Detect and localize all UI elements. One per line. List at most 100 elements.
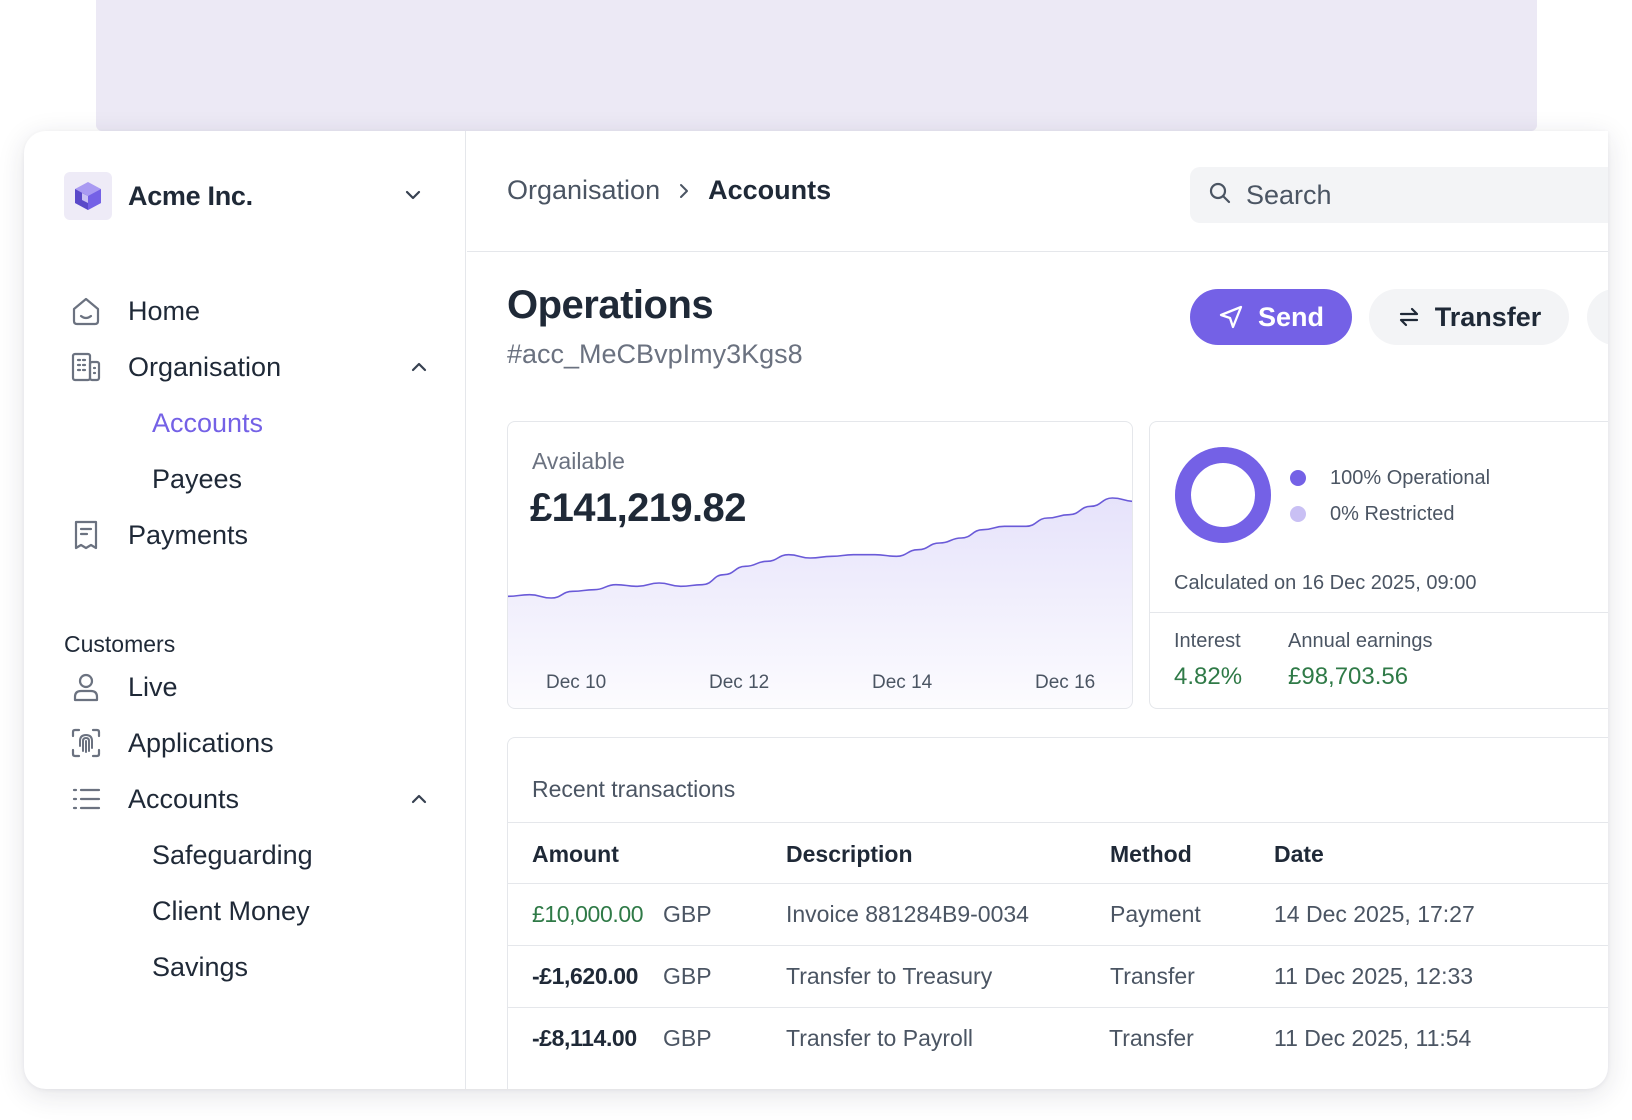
nav-label-payments: Payments (128, 519, 249, 550)
list-icon (64, 777, 108, 821)
column-header-description[interactable]: Description (786, 841, 913, 868)
chevron-up-icon[interactable] (408, 788, 430, 815)
page-title: Operations (507, 283, 714, 327)
nav-sub-client-money[interactable]: Client Money (64, 883, 434, 939)
tx-date: 11 Dec 2025, 11:54 (1274, 1025, 1472, 1051)
tx-amount: -£1,620.00 (532, 963, 638, 989)
tx-amount: -£8,114.00 (532, 1025, 637, 1051)
chevron-up-icon[interactable] (408, 356, 430, 383)
fingerprint-scan-icon (64, 721, 108, 765)
legend-item: 100% Operational (1290, 460, 1490, 496)
interest-value: 4.82% (1174, 663, 1243, 690)
x-tick-label: Dec 12 (709, 672, 770, 693)
legend-dot (1290, 506, 1306, 522)
legend-item: 0% Restricted (1290, 496, 1490, 532)
send-icon (1218, 304, 1244, 330)
send-label: Send (1257, 301, 1324, 332)
status-card: 100% Operational 0% Restricted Calculate… (1149, 421, 1608, 709)
sidebar: Acme Inc. Home Organisation Accounts Pay… (24, 131, 466, 1089)
account-id: #acc_MeCBvpImy3Kgs8 (507, 339, 803, 369)
tx-description: Invoice 881284B9-0034 (786, 901, 1029, 927)
section-label-customers: Customers (64, 631, 176, 657)
tx-method: Transfer (1110, 963, 1195, 989)
tx-currency: GBP (663, 901, 712, 927)
tx-date: 11 Dec 2025, 12:33 (1274, 963, 1474, 989)
x-tick-label: Dec 16 (1035, 672, 1096, 693)
nav-label-organisation: Organisation (128, 351, 282, 382)
column-header-amount[interactable]: Amount (532, 841, 619, 868)
breadcrumb-current: Accounts (708, 175, 832, 205)
customers-nav: Live Applications Accounts Safeguarding … (64, 659, 434, 995)
tx-description: Transfer to Treasury (786, 963, 993, 989)
search-box[interactable] (1190, 167, 1608, 223)
breadcrumb-parent[interactable]: Organisation (507, 175, 660, 206)
legend-label: 100% Operational (1330, 466, 1491, 489)
tx-date: 14 Dec 2025, 17:27 (1274, 901, 1475, 927)
nav-item-applications[interactable]: Applications (64, 715, 434, 771)
tx-currency: GBP (663, 963, 712, 989)
table-row[interactable]: -£8,114.00 GBP Transfer to Payroll Trans… (508, 1008, 1608, 1070)
chevron-down-icon[interactable] (402, 184, 424, 211)
column-header-date[interactable]: Date (1274, 841, 1324, 868)
divider (1150, 612, 1608, 613)
nav-sub-payees[interactable]: Payees (64, 451, 434, 507)
earnings-kpi: Annual earnings £98,703.56 (1288, 630, 1433, 691)
nav-label-applications: Applications (128, 727, 274, 758)
search-icon (1208, 181, 1232, 210)
column-header-method[interactable]: Method (1110, 841, 1192, 868)
nav-item-home[interactable]: Home (64, 283, 434, 339)
x-tick-label: Dec 10 (546, 672, 607, 693)
tx-currency: GBP (663, 1025, 712, 1051)
tx-amount: £10,000.00 (532, 901, 644, 927)
chevron-right-icon (676, 183, 692, 199)
balance-card: Available £141,219.82 Dec 10 Dec 12 Dec … (507, 421, 1133, 709)
nav-label-accounts: Accounts (128, 783, 240, 814)
table-row[interactable]: £10,000.00 GBP Invoice 881284B9-0034 Pay… (508, 884, 1608, 946)
calculated-timestamp: Calculated on 16 Dec 2025, 09:00 (1174, 572, 1477, 594)
user-icon (64, 665, 108, 709)
transfer-label: Transfer (1434, 301, 1542, 332)
topbar: Organisation Accounts (467, 131, 1608, 252)
donut-operational-segment (1175, 447, 1271, 543)
building-icon (64, 345, 108, 389)
send-button[interactable]: Send (1190, 289, 1352, 345)
status-donut-chart (1175, 447, 1271, 543)
org-name: Acme Inc. (128, 180, 253, 211)
x-tick-label: Dec 14 (872, 672, 933, 693)
transfer-button[interactable]: Transfer (1369, 289, 1569, 345)
nav-sub-savings[interactable]: Savings (64, 939, 434, 995)
org-switcher[interactable]: Acme Inc. (64, 171, 424, 221)
interest-kpi: Interest 4.82% (1174, 630, 1242, 691)
balance-label: Available (532, 448, 625, 474)
nav-item-organisation[interactable]: Organisation (64, 339, 434, 395)
home-icon (64, 289, 108, 333)
earnings-value: £98,703.56 (1288, 663, 1409, 690)
nav-sub-accounts[interactable]: Accounts (64, 395, 434, 451)
status-legend: 100% Operational 0% Restricted (1290, 460, 1490, 532)
background-band (96, 0, 1537, 131)
search-input[interactable] (1246, 179, 1566, 211)
table-header: Amount Description Method Date (508, 822, 1608, 884)
legend-dot (1290, 470, 1306, 486)
transactions-title: Recent transactions (532, 776, 736, 802)
earnings-label: Annual earnings (1288, 630, 1433, 652)
tx-method: Transfer (1109, 1025, 1194, 1051)
main-nav: Home Organisation Accounts Payees Paymen… (64, 283, 434, 563)
transactions-card: Recent transactions Amount Description M… (507, 737, 1608, 1089)
nav-sub-safeguarding[interactable]: Safeguarding (64, 827, 434, 883)
app-window: Acme Inc. Home Organisation Accounts Pay… (24, 131, 1608, 1089)
receipt-icon (64, 513, 108, 557)
nav-item-payments[interactable]: Payments (64, 507, 434, 563)
nav-item-accounts[interactable]: Accounts (64, 771, 434, 827)
tx-method: Payment (1110, 901, 1201, 927)
interest-label: Interest (1174, 630, 1241, 652)
breadcrumb: Organisation Accounts (507, 175, 831, 206)
table-row[interactable]: -£1,620.00 GBP Transfer to Treasury Tran… (508, 946, 1608, 1008)
legend-label: 0% Restricted (1330, 502, 1455, 525)
tx-description: Transfer to Payroll (786, 1025, 974, 1051)
arrows-swap-icon (1397, 305, 1421, 329)
more-actions-button[interactable] (1587, 289, 1608, 345)
nav-item-live[interactable]: Live (64, 659, 434, 715)
org-logo-icon (64, 172, 112, 220)
main-content: Organisation Accounts Operations #acc_Me… (467, 131, 1608, 1089)
